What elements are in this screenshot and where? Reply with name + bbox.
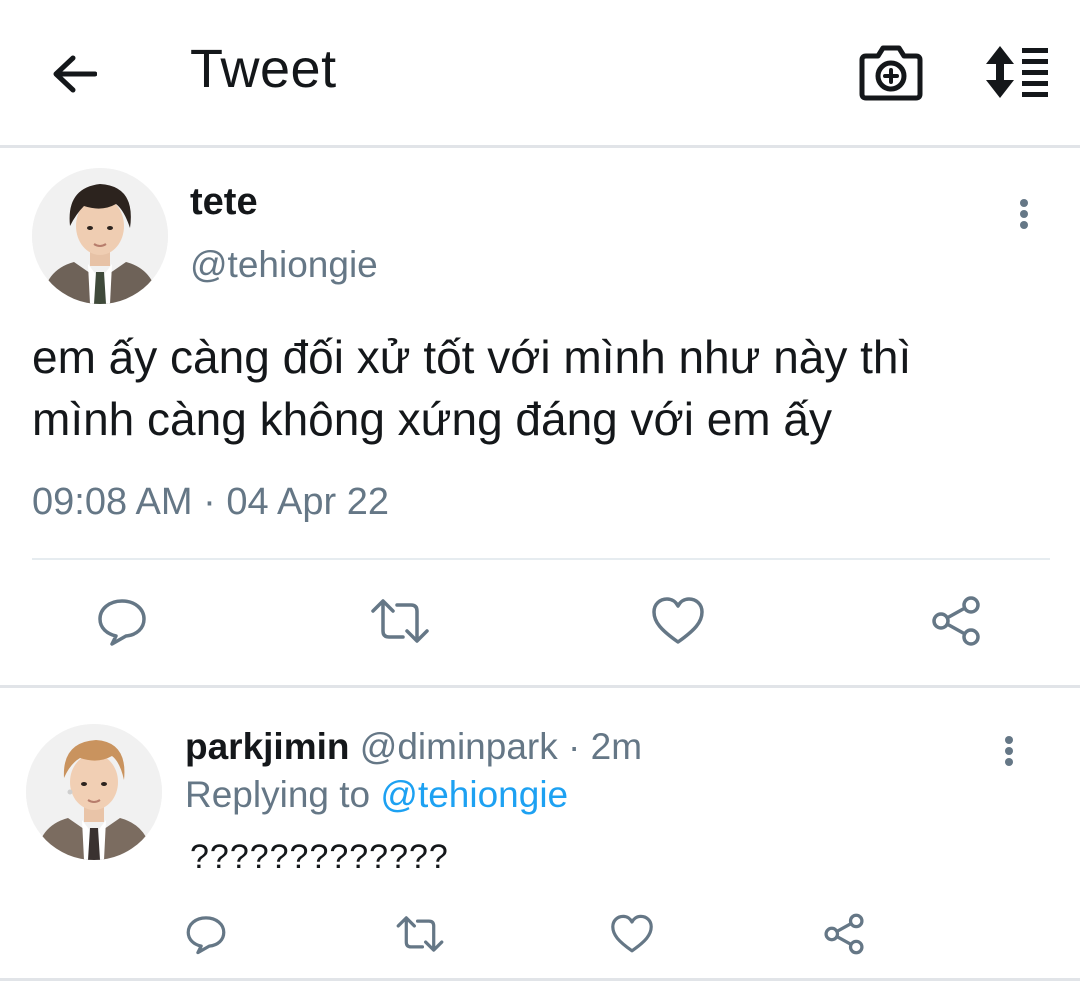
like-button[interactable] [602, 904, 662, 964]
arrow-left-icon [53, 55, 97, 93]
like-button[interactable] [646, 589, 710, 653]
main-tweet: tete @tehiongie em ấy càng đối xử tốt vớ… [0, 151, 1080, 685]
more-options-button[interactable] [994, 726, 1024, 776]
author-handle[interactable]: @tehiongie [190, 244, 378, 286]
meta-separator: · [568, 726, 581, 767]
retweet-icon [371, 599, 429, 643]
more-options-button[interactable] [1009, 189, 1039, 239]
reply-icon [186, 916, 226, 955]
reply-header: parkjimin @diminpark · 2m [185, 726, 642, 768]
avatar[interactable] [32, 168, 168, 304]
like-icon [611, 914, 653, 953]
replying-mention-link[interactable]: @tehiongie [380, 774, 568, 815]
reply-time: 2m [590, 726, 643, 767]
dot [1005, 758, 1013, 766]
dot [1020, 199, 1028, 207]
tweet-text-line: em ấy càng đối xử tốt với mình như này t… [32, 331, 912, 383]
retweet-button[interactable] [368, 589, 432, 653]
avatar-portrait [32, 168, 168, 304]
share-icon [932, 596, 980, 646]
avatar-portrait [26, 724, 162, 860]
like-icon [652, 597, 704, 644]
tweet-text-line: mình càng không xứng đáng với em ấy [32, 393, 832, 445]
sort-button[interactable] [980, 42, 1052, 102]
dot [1005, 736, 1013, 744]
camera-plus-icon [859, 45, 923, 101]
replying-prefix: Replying to [185, 774, 371, 815]
share-button[interactable] [814, 904, 874, 964]
reply-button[interactable] [176, 904, 236, 964]
back-button[interactable] [46, 46, 102, 102]
dot [1005, 747, 1013, 755]
divider [32, 558, 1050, 560]
reply-author-handle[interactable]: @diminpark [360, 726, 558, 767]
page-title: Tweet [190, 39, 337, 99]
share-icon [824, 913, 864, 955]
tweet-text: em ấy càng đối xử tốt với mình như này t… [32, 326, 1052, 450]
share-button[interactable] [924, 589, 988, 653]
avatar[interactable] [26, 724, 162, 860]
sort-list-icon [986, 46, 1048, 98]
retweet-icon [396, 916, 444, 952]
reply-button[interactable] [90, 589, 154, 653]
author-display-name[interactable]: tete [190, 181, 258, 224]
reply-tweet[interactable]: parkjimin @diminpark · 2m Replying to @t… [0, 688, 1080, 980]
reply-icon [98, 599, 146, 646]
retweet-button[interactable] [390, 904, 450, 964]
reply-text: ????????????? [190, 838, 449, 876]
camera-button[interactable] [858, 42, 924, 102]
app-header: Tweet [0, 0, 1080, 148]
dot [1020, 221, 1028, 229]
dot [1020, 210, 1028, 218]
tweet-timestamp[interactable]: 09:08 AM · 04 Apr 22 [32, 481, 389, 524]
reply-author-name[interactable]: parkjimin [185, 726, 350, 767]
replying-to: Replying to @tehiongie [185, 774, 568, 816]
bottom-divider [0, 978, 1080, 981]
